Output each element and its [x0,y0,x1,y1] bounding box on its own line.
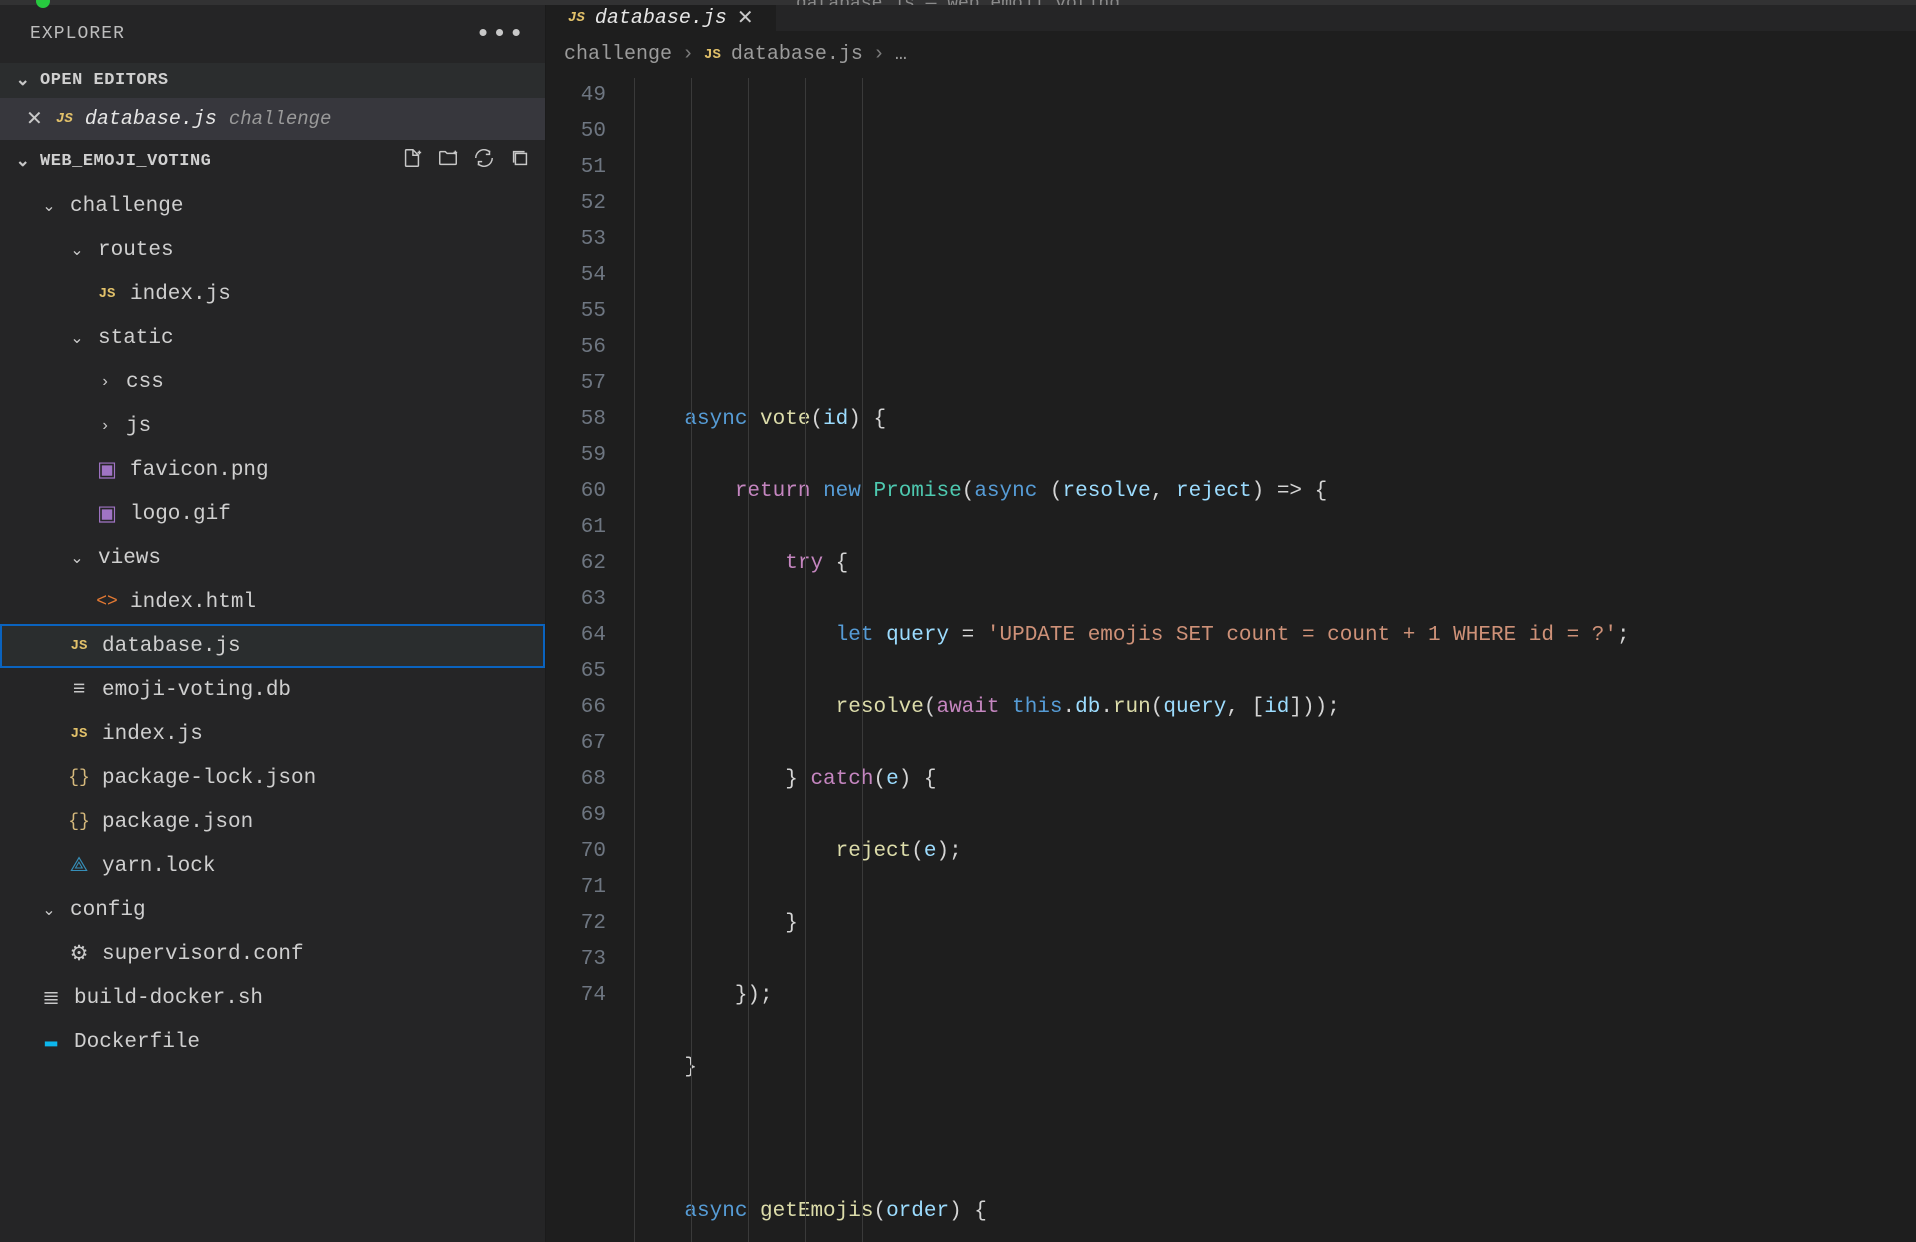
tree-item-label: database.js [102,635,241,658]
tree-item-challenge[interactable]: ⌄challenge [0,184,545,228]
code-area[interactable]: 4950515253545556575859606162636465666768… [546,78,1916,1242]
chevron-right-icon: › [873,43,885,66]
tree-item-static[interactable]: ⌄static [0,316,545,360]
js-icon: JS [56,111,73,127]
line-gutter: 4950515253545556575859606162636465666768… [546,78,634,1242]
breadcrumb-file[interactable]: database.js [731,43,863,66]
tree-item-emoji-voting-db[interactable]: ≡emoji-voting.db [0,668,545,712]
tree-item-index-html[interactable]: <>index.html [0,580,545,624]
open-editor-context: challenge [229,108,332,130]
tree-item-yarn-lock[interactable]: ⟁yarn.lock [0,844,545,888]
open-editor-item[interactable]: ✕ JS database.js challenge [0,98,545,140]
tree-item-routes[interactable]: ⌄routes [0,228,545,272]
tree-item-label: index.js [130,283,231,306]
tree-item-label: yarn.lock [102,855,215,878]
open-editor-file: database.js [85,108,217,131]
explorer-sidebar: EXPLORER ••• ⌄ OPEN EDITORS ✕ JS databas… [0,5,546,1242]
breadcrumb-tail: … [895,43,907,66]
close-icon[interactable]: ✕ [26,106,44,132]
tree-item-label: static [98,327,174,350]
explorer-header: EXPLORER ••• [0,5,545,63]
tree-item-label: emoji-voting.db [102,679,291,702]
close-icon[interactable]: ✕ [737,5,754,31]
tree-item-config[interactable]: ⌄config [0,888,545,932]
tree-item-label: css [126,371,164,394]
chevron-down-icon: ⌄ [14,151,32,172]
tree-item-label: package-lock.json [102,767,316,790]
js-icon: JS [568,10,585,26]
tree-item-label: Dockerfile [74,1031,200,1054]
tree-item-js[interactable]: ›js [0,404,545,448]
tree-item-label: views [98,547,161,570]
tree-item-label: favicon.png [130,459,269,482]
tree-item-index-js[interactable]: JSindex.js [0,272,545,316]
tree-item-dockerfile[interactable]: ▬Dockerfile [0,1020,545,1064]
new-folder-icon[interactable] [437,147,459,175]
explorer-more-icon[interactable]: ••• [475,19,525,49]
tree-item-package-json[interactable]: {}package.json [0,800,545,844]
refresh-icon[interactable] [473,147,495,175]
tree-item-label: routes [98,239,174,262]
file-tree: ⌄challenge⌄routesJSindex.js⌄static›css›j… [0,182,545,1064]
tree-item-supervisord-conf[interactable]: ⚙supervisord.conf [0,932,545,976]
tree-item-label: js [126,415,151,438]
breadcrumb-folder[interactable]: challenge [564,43,672,66]
tree-item-label: build-docker.sh [74,987,263,1010]
tree-item-label: challenge [70,195,183,218]
tree-item-label: supervisord.conf [102,943,304,966]
tree-item-label: package.json [102,811,253,834]
editor-panel: JS database.js ✕ challenge › JS database… [546,5,1916,1242]
code-content[interactable]: async vote(id) { return new Promise(asyn… [634,78,1630,1242]
new-file-icon[interactable] [401,147,423,175]
open-editors-section[interactable]: ⌄ OPEN EDITORS [0,63,545,98]
tree-item-package-lock-json[interactable]: {}package-lock.json [0,756,545,800]
explorer-label: EXPLORER [30,24,125,44]
workspace-label: WEB_EMOJI_VOTING [40,152,211,171]
tree-item-views[interactable]: ⌄views [0,536,545,580]
tree-item-css[interactable]: ›css [0,360,545,404]
tree-item-index-js[interactable]: JSindex.js [0,712,545,756]
open-editors-label: OPEN EDITORS [40,71,169,90]
tree-item-favicon-png[interactable]: ▣favicon.png [0,448,545,492]
js-icon: JS [704,47,721,63]
tab-label: database.js [595,7,727,30]
tab-bar: JS database.js ✕ [546,5,1916,31]
tree-item-database-js[interactable]: JSdatabase.js [0,624,545,668]
chevron-down-icon: ⌄ [14,70,32,91]
collapse-all-icon[interactable] [509,147,531,175]
tree-item-build-docker-sh[interactable]: ≣build-docker.sh [0,976,545,1020]
breadcrumb[interactable]: challenge › JS database.js › … [546,31,1916,78]
tree-item-label: index.js [102,723,203,746]
tree-item-label: logo.gif [130,503,231,526]
tree-item-logo-gif[interactable]: ▣logo.gif [0,492,545,536]
workspace-section[interactable]: ⌄ WEB_EMOJI_VOTING [0,140,545,182]
tree-item-label: config [70,899,146,922]
chevron-right-icon: › [682,43,694,66]
tab-database-js[interactable]: JS database.js ✕ [546,5,777,31]
tree-item-label: index.html [130,591,256,614]
